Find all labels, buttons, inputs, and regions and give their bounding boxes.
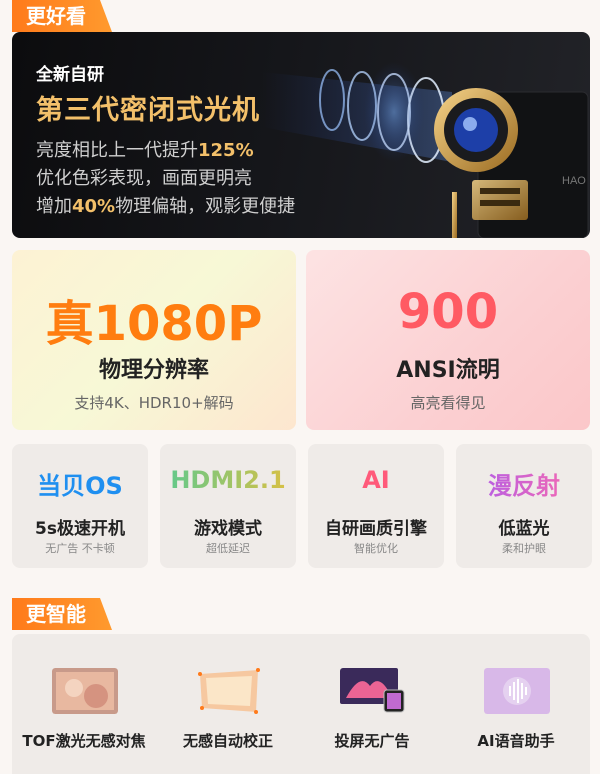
os-logo: 当贝OS [37, 472, 123, 500]
hero-line-text: 亮度相比上一代提升 [36, 140, 198, 161]
card-brightness: 900 ANSI流明 高亮看得见 [306, 250, 590, 430]
ai-logo: AI [362, 466, 390, 494]
card-sub: 智能优化 [354, 542, 398, 555]
hero-title: 第三代密闭式光机 [36, 95, 260, 126]
section-tag-label: 更智能 [26, 602, 86, 626]
hero-line-color: 优化色彩表现，画面更明亮 [36, 168, 252, 189]
diffuse-logo: 漫反射 [456, 466, 592, 501]
hdmi-logo: HDMI2.1 [160, 466, 296, 494]
card-os: 当贝OS 5s极速开机 无广告 不卡顿 [12, 444, 148, 568]
card-label: ANSI流明 [396, 358, 500, 383]
feature-label: 无感自动校正 [182, 732, 273, 750]
card-label: 自研画质引擎 [325, 519, 427, 539]
hero-line-brightness: 亮度相比上一代提升125% [36, 136, 254, 162]
section-tag-better-look: 更好看 [12, 0, 112, 32]
screen-mirror-icon [340, 668, 405, 713]
hero-line-text: 增加 [36, 196, 72, 217]
card-label: 低蓝光 [498, 519, 550, 539]
card-label: 游戏模式 [194, 519, 262, 539]
feature-label: AI语音助手 [477, 732, 555, 750]
brand-mark: HAO [562, 175, 586, 187]
section-tag-label: 更好看 [26, 4, 86, 28]
card-label: 物理分辨率 [98, 358, 209, 383]
auto-keystone-icon [198, 668, 260, 714]
card-ai-engine: AI 自研画质引擎 智能优化 [308, 444, 444, 568]
hero-banner: 全新自研 第三代密闭式光机 亮度相比上一代提升125% 优化色彩表现，画面更明亮… [12, 32, 590, 238]
feature-label: TOF激光无感对焦 [22, 732, 146, 750]
section-tag-smarter: 更智能 [12, 598, 112, 630]
hero-highlight: 40% [72, 196, 116, 217]
card-sub: 支持4K、HDR10+解码 [74, 394, 234, 412]
hero-highlight: 125% [198, 140, 254, 161]
smart-features-panel: TOF激光无感对焦 无感自动校正 投屏无广告 AI语音助手 [12, 634, 590, 774]
card-sub: 柔和护眼 [502, 542, 546, 555]
card-label: 5s极速开机 [35, 519, 125, 539]
tof-focus-icon [52, 668, 118, 714]
card-sub: 超低延迟 [206, 542, 250, 555]
card-sub: 高亮看得见 [410, 394, 486, 412]
hero-line-offset: 增加40%物理偏轴，观影更便捷 [36, 192, 295, 218]
card-low-blue: 漫反射 低蓝光 柔和护眼 [456, 444, 592, 568]
card-value: 真1080P [45, 296, 263, 352]
optical-engine-illustration: HAO [262, 62, 589, 238]
card-resolution: 真1080P 物理分辨率 支持4K、HDR10+解码 [12, 250, 296, 430]
feature-label: 投屏无广告 [334, 732, 410, 750]
voice-assistant-icon [484, 668, 550, 714]
card-sub: 无广告 不卡顿 [45, 542, 115, 555]
card-hdmi: HDMI2.1 游戏模式 超低延迟 [160, 444, 296, 568]
hero-eyebrow: 全新自研 [36, 65, 104, 85]
card-value: 900 [397, 284, 499, 340]
